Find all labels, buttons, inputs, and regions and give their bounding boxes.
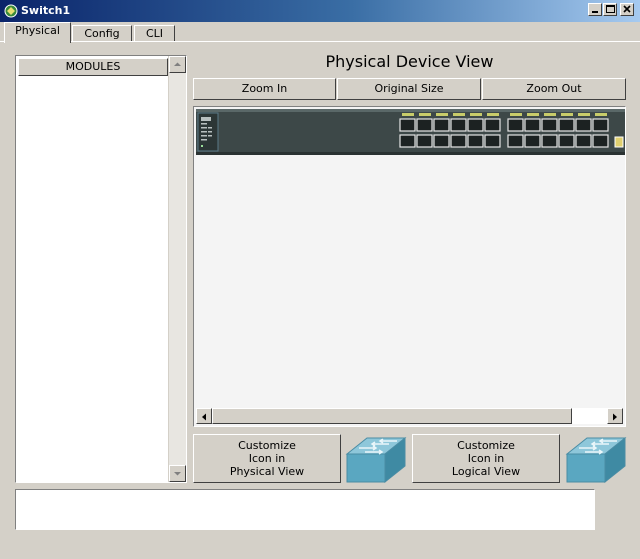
- port-led: [527, 113, 539, 116]
- minimize-button[interactable]: [588, 3, 602, 16]
- port-led: [578, 113, 590, 116]
- device-window: Switch1 Physical Config CLI MODULES Phys…: [0, 0, 640, 559]
- ethernet-port[interactable]: [484, 118, 501, 132]
- window-title: Switch1: [21, 4, 71, 17]
- scroll-thumb[interactable]: [212, 408, 572, 424]
- ethernet-port[interactable]: [433, 118, 450, 132]
- original-size-button[interactable]: Original Size: [337, 78, 481, 100]
- tab-cli[interactable]: CLI: [134, 25, 175, 42]
- physical-view-canvas[interactable]: [193, 106, 626, 427]
- title-bar[interactable]: Switch1: [0, 0, 640, 22]
- maximize-button[interactable]: [603, 3, 617, 16]
- info-text-area[interactable]: [15, 489, 595, 530]
- port-led: [436, 113, 448, 116]
- ethernet-port[interactable]: [575, 118, 592, 132]
- customize-physical-line2: Icon in: [248, 452, 286, 465]
- port-led: [561, 113, 573, 116]
- switch-icon: [345, 436, 407, 484]
- port-led: [453, 113, 465, 116]
- ethernet-port[interactable]: [541, 118, 558, 132]
- ethernet-port[interactable]: [592, 118, 609, 132]
- scroll-down-button[interactable]: [169, 465, 186, 482]
- ethernet-port[interactable]: [467, 134, 484, 148]
- ethernet-port[interactable]: [558, 134, 575, 148]
- modules-header[interactable]: MODULES: [18, 58, 168, 76]
- modules-scrollbar[interactable]: [168, 56, 186, 482]
- port-led: [510, 113, 522, 116]
- ethernet-port[interactable]: [524, 118, 541, 132]
- customize-physical-line3: Physical View: [229, 465, 305, 478]
- port-led: [595, 113, 607, 116]
- zoom-out-button[interactable]: Zoom Out: [482, 78, 626, 100]
- ethernet-port[interactable]: [399, 118, 416, 132]
- ethernet-port[interactable]: [592, 134, 609, 148]
- customize-logical-line1: Customize: [457, 439, 515, 452]
- zoom-in-button[interactable]: Zoom In: [193, 78, 336, 100]
- ethernet-port[interactable]: [541, 134, 558, 148]
- ethernet-port[interactable]: [484, 134, 501, 148]
- ethernet-port[interactable]: [416, 118, 433, 132]
- customize-physical-line1: Customize: [238, 439, 296, 452]
- maximize-icon: [606, 5, 615, 13]
- scroll-right-arrow-icon: [613, 413, 617, 421]
- scroll-down-arrow-icon: [174, 472, 181, 476]
- device-view-heading: Physical Device View: [325, 52, 494, 71]
- switch-icon: [565, 436, 627, 484]
- tab-physical[interactable]: Physical: [4, 22, 71, 43]
- customize-logical-line3: Logical View: [451, 465, 521, 478]
- tab-bar: Physical Config CLI: [0, 22, 640, 43]
- ethernet-port[interactable]: [507, 118, 524, 132]
- ethernet-port[interactable]: [524, 134, 541, 148]
- scroll-left-arrow-icon: [202, 413, 206, 421]
- ethernet-port[interactable]: [450, 118, 467, 132]
- scroll-up-arrow-icon: [174, 62, 181, 66]
- scroll-left-button[interactable]: [196, 408, 212, 424]
- scroll-track[interactable]: [572, 408, 607, 424]
- customize-logical-line2: Icon in: [467, 452, 505, 465]
- view-horizontal-scrollbar[interactable]: [196, 408, 623, 424]
- tab-divider: [0, 41, 640, 42]
- ethernet-port[interactable]: [450, 134, 467, 148]
- ethernet-port[interactable]: [507, 134, 524, 148]
- close-icon: [623, 5, 631, 13]
- ethernet-port[interactable]: [467, 118, 484, 132]
- ethernet-port[interactable]: [575, 134, 592, 148]
- app-icon: [4, 4, 18, 18]
- customize-logical-button[interactable]: Customize Icon in Logical View: [412, 434, 560, 483]
- port-led: [470, 113, 482, 116]
- port-led: [487, 113, 499, 116]
- ethernet-port[interactable]: [433, 134, 450, 148]
- scroll-up-button[interactable]: [169, 56, 186, 73]
- port-led: [402, 113, 414, 116]
- ethernet-port[interactable]: [416, 134, 433, 148]
- ethernet-port[interactable]: [558, 118, 575, 132]
- modules-panel: MODULES: [15, 55, 187, 483]
- switch-chassis-image[interactable]: [196, 109, 625, 157]
- minimize-icon: [592, 11, 598, 13]
- scroll-right-button[interactable]: [607, 408, 623, 424]
- ethernet-port[interactable]: [399, 134, 416, 148]
- tab-config[interactable]: Config: [72, 25, 132, 42]
- close-button[interactable]: [620, 3, 634, 16]
- port-led: [544, 113, 556, 116]
- port-led: [419, 113, 431, 116]
- customize-physical-button[interactable]: Customize Icon in Physical View: [193, 434, 341, 483]
